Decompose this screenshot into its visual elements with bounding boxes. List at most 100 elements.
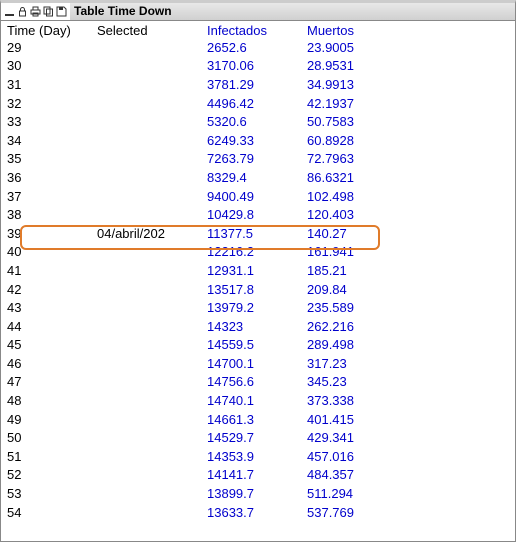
table-row[interactable]: 3904/abril/20211377.5140.27 — [1, 224, 515, 243]
col-muertos[interactable]: Muertos — [307, 23, 407, 38]
cell-time: 52 — [7, 467, 97, 482]
cell-infectados: 3170.06 — [207, 58, 307, 73]
table-row[interactable]: 357263.7972.7963 — [1, 150, 515, 169]
cell-infectados: 14353.9 — [207, 449, 307, 464]
cell-time: 43 — [7, 300, 97, 315]
table-row[interactable]: 5114353.9457.016 — [1, 447, 515, 466]
cell-infectados: 13633.7 — [207, 505, 307, 520]
window-controls — [1, 5, 70, 18]
cell-muertos: 42.1937 — [307, 96, 407, 111]
cell-time: 40 — [7, 244, 97, 259]
cell-infectados: 9400.49 — [207, 189, 307, 204]
cell-infectados: 14529.7 — [207, 430, 307, 445]
cell-infectados: 8329.4 — [207, 170, 307, 185]
window-title: Table Time Down — [70, 3, 515, 20]
table-row[interactable]: 29 2652.623.9005 — [1, 38, 515, 57]
cell-infectados: 13517.8 — [207, 282, 307, 297]
table-body: 29 2652.623.9005 30 3170.0628.9531 31 3781.29… — [1, 38, 515, 521]
cell-muertos: 23.9005 — [307, 40, 407, 55]
cell-muertos: 60.8928 — [307, 133, 407, 148]
table-row[interactable]: 47 14756.6345.23 — [1, 373, 515, 392]
cell-time: 38 — [7, 207, 97, 222]
table-row[interactable]: 30 3170.0628.9531 — [1, 57, 515, 76]
cell-muertos: 262.216 — [307, 319, 407, 334]
table-row[interactable]: 5313899.7511.294 — [1, 484, 515, 503]
cell-time: 36 — [7, 170, 97, 185]
cell-infectados: 3781.29 — [207, 77, 307, 92]
cell-muertos: 537.769 — [307, 505, 407, 520]
cell-time: 44 — [7, 319, 97, 334]
table-row[interactable]: 45 14559.5289.498 — [1, 336, 515, 355]
cell-muertos: 185.21 — [307, 263, 407, 278]
table-row[interactable]: 54 13633.7537.769 — [1, 503, 515, 522]
cell-muertos: 86.6321 — [307, 170, 407, 185]
cell-muertos: 401.415 — [307, 412, 407, 427]
cell-infectados: 14323 — [207, 319, 307, 334]
cell-time: 45 — [7, 337, 97, 352]
cell-infectados: 14740.1 — [207, 393, 307, 408]
cell-time: 34 — [7, 133, 97, 148]
cell-muertos: 373.338 — [307, 393, 407, 408]
table-row[interactable]: 379400.49102.498 — [1, 187, 515, 206]
cell-infectados: 13979.2 — [207, 300, 307, 315]
table-row[interactable]: 324496.4242.1937 — [1, 94, 515, 113]
col-infectados[interactable]: Infectados — [207, 23, 307, 38]
cell-muertos: 72.7963 — [307, 151, 407, 166]
cell-time: 30 — [7, 58, 97, 73]
table-row[interactable]: 41 12931.1185.21 — [1, 261, 515, 280]
cell-muertos: 28.9531 — [307, 58, 407, 73]
print-icon[interactable] — [29, 5, 42, 18]
cell-infectados: 7263.79 — [207, 151, 307, 166]
cell-time: 31 — [7, 77, 97, 92]
minimize-icon[interactable] — [3, 5, 16, 18]
copy-icon[interactable] — [42, 5, 55, 18]
cell-time: 54 — [7, 505, 97, 520]
save-icon[interactable] — [55, 5, 68, 18]
cell-muertos: 289.498 — [307, 337, 407, 352]
cell-time: 50 — [7, 430, 97, 445]
cell-muertos: 235.589 — [307, 300, 407, 315]
cell-muertos: 345.23 — [307, 374, 407, 389]
table-row[interactable]: 4614700.1317.23 — [1, 354, 515, 373]
cell-infectados: 14559.5 — [207, 337, 307, 352]
table-row[interactable]: 5014529.7429.341 — [1, 428, 515, 447]
cell-infectados: 2652.6 — [207, 40, 307, 55]
cell-muertos: 457.016 — [307, 449, 407, 464]
cell-time: 41 — [7, 263, 97, 278]
table-row[interactable]: 43 13979.2235.589 — [1, 298, 515, 317]
table-row[interactable]: 33 5320.650.7583 — [1, 112, 515, 131]
cell-time: 47 — [7, 374, 97, 389]
table-row[interactable]: 3810429.8120.403 — [1, 205, 515, 224]
cell-muertos: 120.403 — [307, 207, 407, 222]
cell-muertos: 140.27 — [307, 226, 407, 241]
cell-muertos: 102.498 — [307, 189, 407, 204]
table-row[interactable]: 44 14323262.216 — [1, 317, 515, 336]
table-row[interactable]: 4814740.1373.338 — [1, 391, 515, 410]
cell-muertos: 511.294 — [307, 486, 407, 501]
cell-infectados: 4496.42 — [207, 96, 307, 111]
col-time[interactable]: Time (Day) — [7, 23, 97, 38]
cell-infectados: 14141.7 — [207, 467, 307, 482]
cell-infectados: 14756.6 — [207, 374, 307, 389]
cell-muertos: 484.357 — [307, 467, 407, 482]
table-row[interactable]: 4213517.8209.84 — [1, 280, 515, 299]
cell-time: 33 — [7, 114, 97, 129]
table-row[interactable]: 4012216.2161.941 — [1, 243, 515, 262]
cell-infectados: 12216.2 — [207, 244, 307, 259]
table-row[interactable]: 52 14141.7484.357 — [1, 466, 515, 485]
table-row[interactable]: 34 6249.3360.8928 — [1, 131, 515, 150]
cell-muertos: 317.23 — [307, 356, 407, 371]
cell-infectados: 12931.1 — [207, 263, 307, 278]
table-row[interactable]: 36 8329.486.6321 — [1, 168, 515, 187]
cell-infectados: 11377.5 — [207, 226, 307, 241]
col-selected[interactable]: Selected — [97, 23, 207, 38]
titlebar: Table Time Down — [1, 3, 515, 21]
cell-infectados: 5320.6 — [207, 114, 307, 129]
table-row[interactable]: 313781.2934.9913 — [1, 75, 515, 94]
lock-icon[interactable] — [16, 5, 29, 18]
table-header: Time (Day) Selected Infectados Muertos — [1, 21, 515, 38]
cell-time: 29 — [7, 40, 97, 55]
cell-infectados: 6249.33 — [207, 133, 307, 148]
cell-muertos: 50.7583 — [307, 114, 407, 129]
table-row[interactable]: 4914661.3401.415 — [1, 410, 515, 429]
